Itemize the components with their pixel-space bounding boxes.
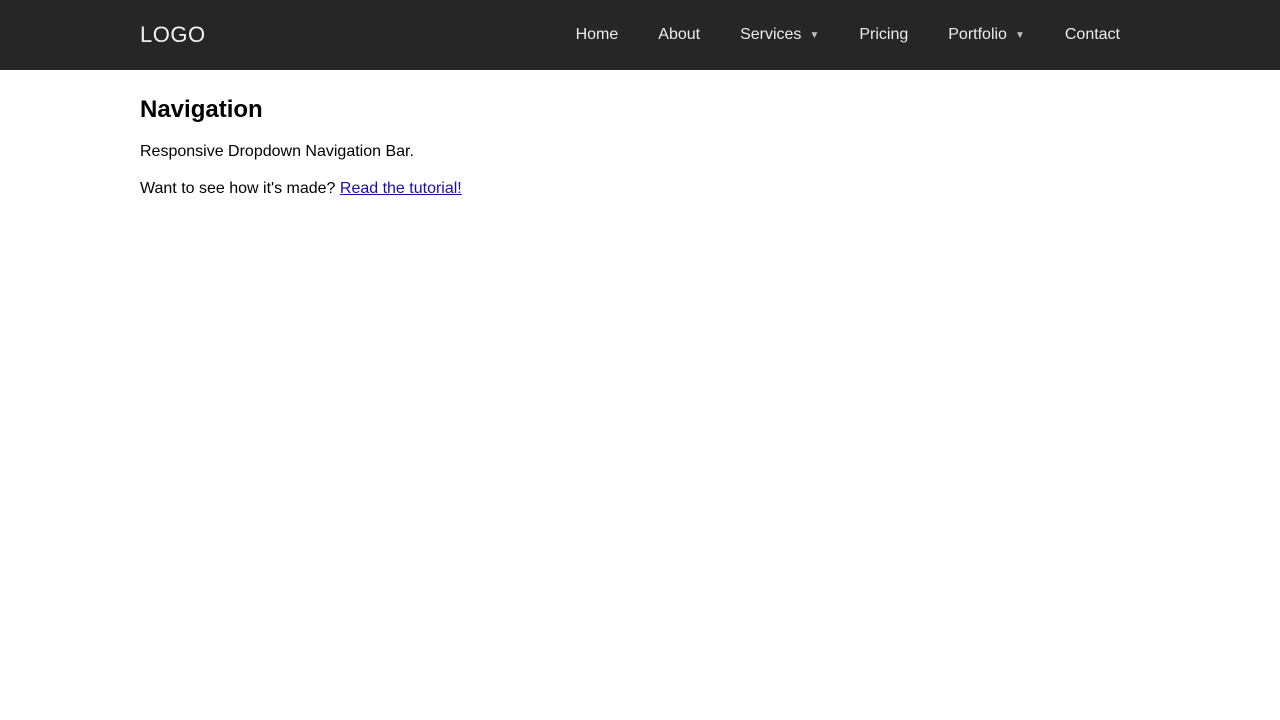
- nav-menu: Home About Services ▼ Pricing Portfolio …: [556, 0, 1140, 70]
- nav-item-pricing[interactable]: Pricing: [839, 0, 928, 70]
- tutorial-link[interactable]: Read the tutorial!: [340, 180, 462, 197]
- nav-item-services[interactable]: Services ▼: [720, 0, 839, 70]
- cta-prefix: Want to see how it's made?: [140, 180, 340, 197]
- nav-item-label: Contact: [1065, 26, 1120, 44]
- nav-item-home[interactable]: Home: [556, 0, 639, 70]
- nav-item-about[interactable]: About: [638, 0, 720, 70]
- nav-item-label: About: [658, 26, 700, 44]
- navbar-inner: LOGO Home About Services ▼ Pricing Portf…: [140, 0, 1140, 70]
- page-title: Navigation: [140, 96, 1140, 124]
- nav-item-label: Pricing: [859, 26, 908, 44]
- nav-item-contact[interactable]: Contact: [1045, 0, 1140, 70]
- main-content: Navigation Responsive Dropdown Navigatio…: [140, 70, 1140, 200]
- cta-paragraph: Want to see how it's made? Read the tuto…: [140, 179, 1140, 200]
- nav-item-label: Home: [576, 26, 619, 44]
- chevron-down-icon: ▼: [1015, 30, 1025, 41]
- chevron-down-icon: ▼: [809, 30, 819, 41]
- page-description: Responsive Dropdown Navigation Bar.: [140, 142, 1140, 163]
- nav-item-portfolio[interactable]: Portfolio ▼: [928, 0, 1045, 70]
- nav-item-label: Portfolio: [948, 26, 1007, 44]
- navbar: LOGO Home About Services ▼ Pricing Portf…: [0, 0, 1280, 70]
- nav-item-label: Services: [740, 26, 801, 44]
- logo[interactable]: LOGO: [140, 22, 206, 48]
